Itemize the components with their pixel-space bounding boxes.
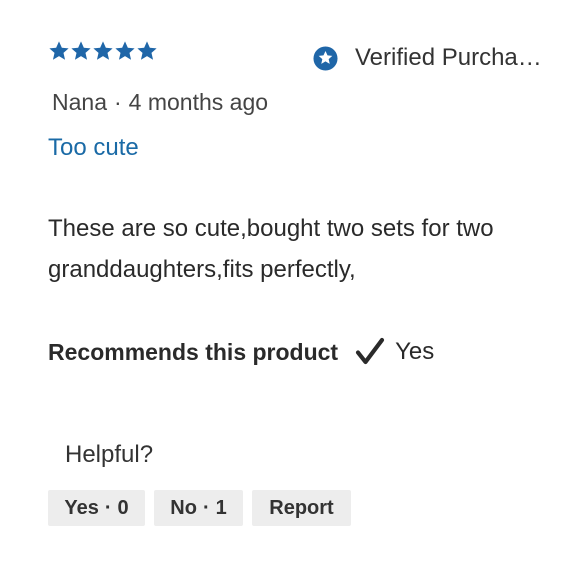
star-icon <box>93 41 113 60</box>
verified-purchase: Verified Purcha… <box>313 44 542 72</box>
helpful-no-button[interactable]: No · 1 <box>154 490 243 526</box>
meta-separator: · <box>113 89 122 115</box>
star-icon <box>71 41 91 60</box>
recommend-value: Yes <box>395 338 435 365</box>
star-rating <box>48 40 158 62</box>
no-label: No <box>170 496 197 519</box>
review-body: These are so cute,bought two sets for tw… <box>48 215 494 283</box>
review-meta: Nana · 4 months ago <box>52 89 268 116</box>
review-title: Too cute <box>48 134 139 161</box>
recommend-label: Recommends this product <box>48 338 339 365</box>
helpful-actions: Yes · 0 No · 1 Report <box>48 490 351 526</box>
star-icon <box>115 41 135 60</box>
star-icon <box>137 41 157 60</box>
review-time: 4 months ago <box>128 89 269 115</box>
yes-separator: · <box>104 496 112 519</box>
report-button[interactable]: Report <box>252 490 351 526</box>
yes-count: 0 <box>117 496 129 519</box>
star-icon <box>49 41 69 60</box>
helpful-yes-button[interactable]: Yes · 0 <box>48 490 145 526</box>
report-label: Report <box>269 496 334 519</box>
checkmark-icon <box>356 337 385 365</box>
recommendation: Recommends this product Yes <box>48 337 434 367</box>
helpful-prompt: Helpful? <box>65 441 154 468</box>
no-count: 1 <box>215 496 227 519</box>
verified-star-badge-icon <box>313 45 338 71</box>
no-separator: · <box>202 496 210 519</box>
author-name: Nana <box>52 89 107 115</box>
yes-label: Yes <box>64 496 99 519</box>
verified-label: Verified Purcha… <box>355 44 542 71</box>
